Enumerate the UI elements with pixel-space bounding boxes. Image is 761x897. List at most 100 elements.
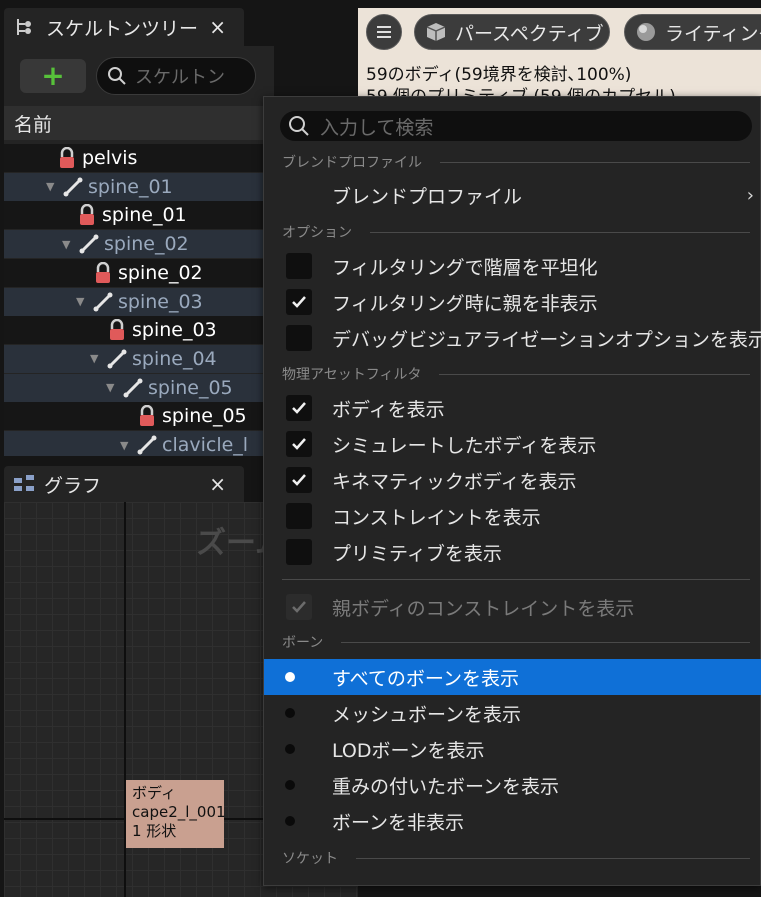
bone-icon [78,233,100,255]
item-label: LODボーンを表示 [332,739,485,762]
menu-search-placeholder: 入力して検索 [320,116,434,139]
viewport[interactable]: パースペクティブ ライティング 59のボディ(59境界を検討､100%) 59 … [358,8,761,98]
tree-row-bone[interactable]: ▼ clavicle_l [4,431,274,456]
skeleton-tree-icon [12,14,38,40]
tree-row-label: pelvis [82,147,138,169]
checkbox[interactable] [286,467,312,493]
graph-tab[interactable]: グラフ × [4,466,244,502]
checkbox[interactable] [286,395,312,421]
bone-icon [106,348,128,370]
physics-filter-item[interactable]: ボディを表示 [264,390,761,426]
option-item[interactable]: フィルタリング時に親を非表示 [264,284,761,320]
expand-arrow-icon[interactable]: ▼ [46,180,60,193]
section-blend-profile: ブレンドプロファイル [282,151,750,173]
tree-row-bone[interactable]: ▼ spine_01 [4,172,274,201]
checkbox[interactable] [286,289,312,315]
graph-close-icon[interactable]: × [209,472,226,496]
perspective-label: パースペクティブ [455,22,604,45]
tree-row-bone[interactable]: ▼ spine_03 [4,287,274,316]
option-item[interactable]: フィルタリングで階層を平坦化 [264,248,761,284]
tree-row-bone[interactable]: ▼ spine_05 [4,373,274,402]
section-physics-filter: 物理アセットフィルタ [282,363,750,385]
filter-options-menu: 入力して検索 ブレンドプロファイル ブレンドプロファイル › オプション フィル… [263,96,761,886]
checkbox[interactable] [286,253,312,279]
section-label: オプション [282,225,352,241]
tree-row-body[interactable]: pelvis [4,144,274,172]
tree-row-body[interactable]: spine_05 [4,402,274,431]
item-label: プリミティブを表示 [332,542,502,565]
plus-icon: + [41,59,65,92]
skeleton-search-input[interactable]: スケルトン [96,57,256,95]
skeleton-tree-tab[interactable]: スケルトンツリー × [4,8,244,46]
hamburger-icon [377,26,391,38]
section-divider [370,231,750,233]
viewport-menu-button[interactable] [366,14,402,50]
checkbox[interactable] [286,539,312,565]
radio-dot-icon [285,672,295,682]
expand-arrow-icon[interactable]: ▼ [90,352,104,365]
tree-row-body[interactable]: spine_02 [4,258,274,287]
checkbox [286,594,312,620]
bone-visibility-item[interactable]: ボーンを非表示 [264,803,761,839]
tree-row-label: spine_02 [118,261,203,284]
tree-row-label: clavicle_l [162,434,249,456]
bone-visibility-item[interactable]: すべてのボーンを表示 [264,659,761,695]
search-icon [108,67,126,85]
item-label: フィルタリング時に親を非表示 [332,292,598,315]
expand-arrow-icon[interactable]: ▼ [62,238,76,251]
item-label: すべてのボーンを表示 [332,667,519,690]
tree-row-body[interactable]: spine_01 [4,201,274,230]
graph-title: グラフ [44,474,102,497]
tree-row-body[interactable]: spine_03 [4,316,274,345]
physics-filter-item[interactable]: プリミティブを表示 [264,534,761,570]
option-item[interactable]: デバッグビジュアライゼーションオプションを表示 [264,320,761,356]
perspective-button[interactable]: パースペクティブ [414,14,610,50]
section-label: ブレンドプロファイル [282,155,422,171]
physics-filter-item[interactable]: キネマティックボディを表示 [264,462,761,498]
blend-profile-submenu[interactable]: ブレンドプロファイル › [264,177,761,213]
section-sockets: ソケット [282,847,750,869]
node-name: cape2_l_001 [132,803,226,821]
lock-icon [56,147,78,169]
lock-icon [76,204,98,226]
graph-node-body[interactable]: ボディ cape2_l_001 1 形状 [126,780,226,848]
checkbox[interactable] [286,431,312,457]
add-button[interactable]: + [20,59,86,93]
skeleton-tree-close-icon[interactable]: × [209,15,226,39]
checkbox[interactable] [286,503,312,529]
section-label: ソケット [282,851,338,867]
lighting-button[interactable]: ライティング [624,14,761,50]
lighting-label: ライティング [665,22,761,45]
item-label: 重みの付いたボーンを表示 [332,775,560,798]
lock-icon [92,261,114,284]
bone-icon [92,291,114,313]
name-column-label: 名前 [14,113,53,136]
radio-dot-icon [285,816,295,826]
expand-arrow-icon[interactable]: ▼ [76,295,90,308]
bone-icon [122,377,144,399]
bone-visibility-item[interactable]: 重みの付いたボーンを表示 [264,767,761,803]
bone-visibility-item[interactable]: LODボーンを表示 [264,731,761,767]
menu-search-input[interactable]: 入力して検索 [280,111,752,141]
tree-row-label: spine_02 [104,233,189,256]
expand-arrow-icon[interactable]: ▼ [120,439,134,452]
section-divider [341,641,750,643]
bone-visibility-item[interactable]: メッシュボーンを表示 [264,695,761,731]
tree-row-bone[interactable]: ▼ spine_02 [4,230,274,259]
section-label: ボーン [282,635,324,651]
physics-filter-item[interactable]: コンストレイントを表示 [264,498,761,534]
item-label: 親ボディのコンストレイントを表示 [332,597,635,620]
section-bones: ボーン [282,631,750,653]
section-options: オプション [282,221,750,243]
section-divider [440,161,750,163]
lock-icon [106,319,128,341]
checkmark-icon [292,296,306,308]
menu-separator [282,579,750,580]
tree-row-bone[interactable]: ▼ spine_04 [4,344,274,373]
checkbox[interactable] [286,325,312,351]
name-column-header[interactable]: 名前 [4,106,274,140]
item-label: メッシュボーンを表示 [332,703,522,726]
expand-arrow-icon[interactable]: ▼ [106,381,120,394]
search-icon [289,116,309,136]
physics-filter-item[interactable]: シミュレートしたボディを表示 [264,426,761,462]
